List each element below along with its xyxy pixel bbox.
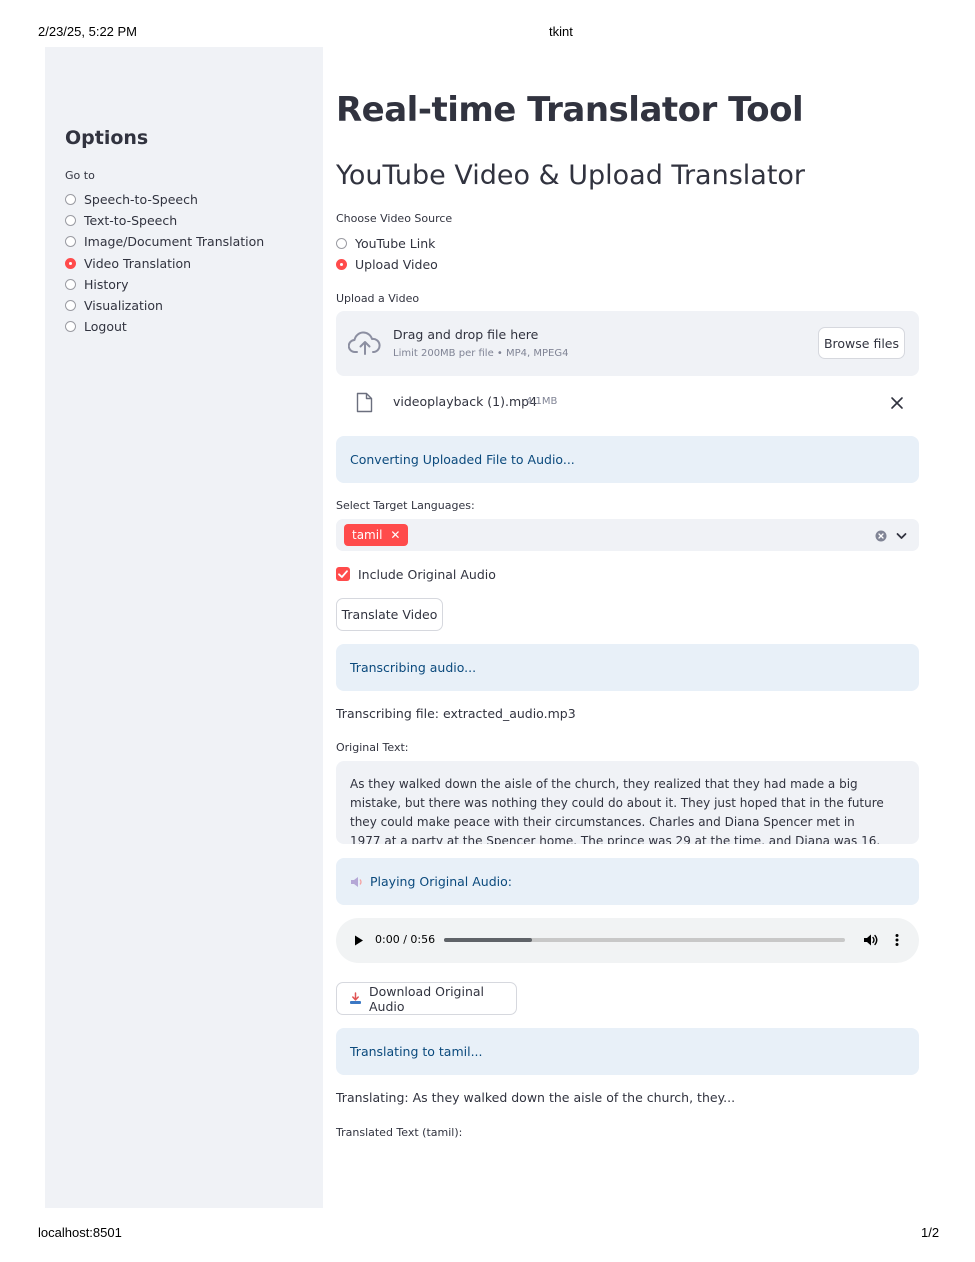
translated-text-label: Translated Text (tamil):	[336, 1126, 463, 1139]
info-transcribing: Transcribing audio...	[336, 644, 919, 691]
more-options-icon[interactable]	[893, 933, 901, 947]
info-converting: Converting Uploaded File to Audio...	[336, 436, 919, 483]
info-playing-text: Playing Original Audio:	[370, 874, 512, 889]
sidebar-item-label: Logout	[84, 318, 127, 334]
radio-button	[65, 299, 76, 311]
original-text-area[interactable]: As they walked down the aisle of the chu…	[336, 761, 919, 844]
target-languages-label: Select Target Languages:	[336, 499, 475, 512]
radio-label: YouTube Link	[355, 235, 436, 251]
radio-button	[65, 214, 76, 226]
include-original-checkbox[interactable]	[336, 567, 350, 581]
sidebar-item-label: History	[84, 276, 129, 292]
tag-remove-icon[interactable]: ✕	[390, 528, 400, 542]
sidebar-item-text-to-speech[interactable]: Text-to-Speech	[65, 210, 177, 230]
uploaded-file-name: videoplayback (1).mp4	[393, 394, 538, 409]
uploaded-file-size: 4.1MB	[526, 396, 558, 407]
sidebar-item-speech-to-speech[interactable]: Speech-to-Speech	[65, 189, 198, 209]
file-icon	[356, 392, 373, 413]
radio-youtube-link[interactable]: YouTube Link	[336, 233, 435, 253]
info-translating: Translating to tamil...	[336, 1028, 919, 1075]
dropzone-limit-text: Limit 200MB per file • MP4, MPEG4	[393, 348, 569, 359]
video-source-label: Choose Video Source	[336, 212, 453, 225]
language-tag-label: tamil	[352, 528, 383, 542]
print-page-number: 1/2	[921, 1225, 940, 1240]
volume-icon[interactable]	[863, 933, 879, 947]
transcribing-file-text: Transcribing file: extracted_audio.mp3	[336, 706, 576, 721]
sidebar-item-history[interactable]: History	[65, 274, 128, 294]
info-transcribing-text: Transcribing audio...	[350, 660, 477, 675]
checkmark-icon	[338, 570, 348, 578]
radio-button-checked	[336, 258, 347, 270]
sidebar-item-video-translation[interactable]: Video Translation	[65, 253, 191, 273]
radio-button	[336, 237, 347, 249]
sidebar-item-label: Visualization	[84, 297, 163, 313]
cloud-upload-icon	[347, 330, 382, 356]
browse-files-button[interactable]: Browse files	[818, 327, 905, 359]
radio-button	[65, 193, 76, 205]
print-window-title: tkint	[549, 24, 573, 39]
info-translating-text: Translating to tamil...	[350, 1044, 483, 1059]
sidebar-item-image-document-translation[interactable]: Image/Document Translation	[65, 231, 264, 251]
radio-label: Upload Video	[355, 256, 438, 272]
upload-label: Upload a Video	[336, 292, 420, 305]
goto-label: Go to	[65, 169, 95, 182]
chevron-down-icon[interactable]	[895, 529, 908, 541]
sidebar-item-logout[interactable]: Logout	[65, 316, 127, 336]
radio-button-checked	[65, 257, 76, 269]
sidebar-item-label: Speech-to-Speech	[84, 191, 198, 207]
sidebar-item-label: Image/Document Translation	[84, 233, 265, 249]
speaker-icon	[350, 876, 364, 888]
include-original-label: Include Original Audio	[358, 567, 496, 582]
page-title: Real-time Translator Tool	[336, 90, 804, 130]
info-converting-text: Converting Uploaded File to Audio...	[350, 452, 575, 467]
print-datetime: 2/23/25, 5:22 PM	[38, 24, 138, 39]
radio-upload-video[interactable]: Upload Video	[336, 254, 438, 274]
translating-progress-text: Translating: As they walked down the ais…	[336, 1090, 736, 1105]
sidebar-item-label: Text-to-Speech	[84, 212, 178, 228]
print-url: localhost:8501	[38, 1225, 122, 1240]
radio-button	[65, 278, 76, 290]
audio-time: 0:00 / 0:56	[375, 933, 436, 946]
download-button-label: Download Original Audio	[369, 983, 485, 1014]
translate-video-button[interactable]: Translate Video	[336, 598, 443, 631]
target-languages-multiselect[interactable]	[336, 519, 919, 551]
download-original-audio-button[interactable]: Download Original Audio	[336, 982, 517, 1015]
clear-selection-icon[interactable]	[875, 529, 887, 542]
sidebar-title: Options	[65, 127, 149, 149]
play-icon[interactable]	[353, 934, 365, 947]
radio-button	[65, 320, 76, 332]
language-tag-tamil[interactable]: tamil ✕	[344, 524, 409, 546]
info-playing: Playing Original Audio:	[336, 858, 919, 905]
audio-progress-fill	[444, 938, 533, 942]
sidebar-item-visualization[interactable]: Visualization	[65, 295, 163, 315]
sidebar-item-label: Video Translation	[84, 255, 192, 271]
original-text-label: Original Text:	[336, 741, 409, 754]
audio-progress-bar[interactable]	[444, 938, 845, 942]
download-icon	[349, 992, 362, 1005]
remove-file-close-icon[interactable]	[889, 395, 905, 411]
dropzone-text: Drag and drop file here	[393, 327, 539, 342]
section-title: YouTube Video & Upload Translator	[336, 160, 806, 191]
radio-button	[65, 235, 76, 247]
